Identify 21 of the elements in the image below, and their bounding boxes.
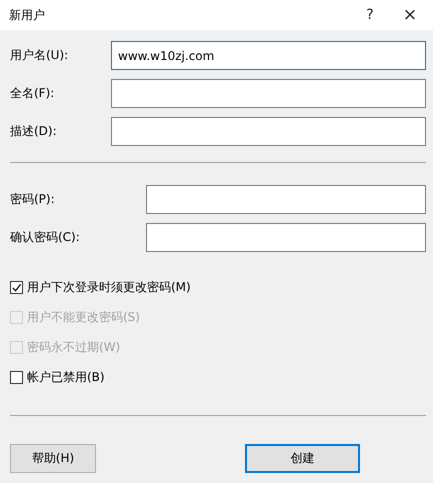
password-field[interactable] [146, 185, 426, 214]
help-dialog-button[interactable]: 帮助(H) [10, 444, 96, 473]
checkbox-label: 用户不能更改密码(S) [27, 308, 140, 326]
help-button[interactable]: ? [353, 0, 387, 30]
create-button[interactable]: 创建 [245, 444, 360, 473]
close-button[interactable]: × [387, 0, 433, 30]
checkbox-label: 用户下次登录时须更改密码(M) [27, 278, 191, 296]
input-field[interactable] [111, 117, 426, 146]
window-title: 新用户 [9, 6, 46, 24]
checkbox[interactable] [10, 370, 23, 384]
field-label: 密码(P): [10, 191, 56, 208]
field-label: 确认密码(C): [10, 229, 81, 246]
field-label: 描述(D): [10, 123, 58, 140]
field-label: 全名(F): [10, 85, 56, 102]
checkbox-label: 密码永不过期(W) [27, 338, 120, 356]
input-field[interactable] [111, 79, 426, 108]
input-field[interactable]: www.w10zj.com [111, 41, 426, 70]
checkbox-label: 帐户已禁用(B) [27, 368, 105, 386]
password-field[interactable] [146, 223, 426, 252]
field-label: 用户名(U): [10, 47, 70, 64]
checkbox[interactable] [10, 280, 23, 294]
